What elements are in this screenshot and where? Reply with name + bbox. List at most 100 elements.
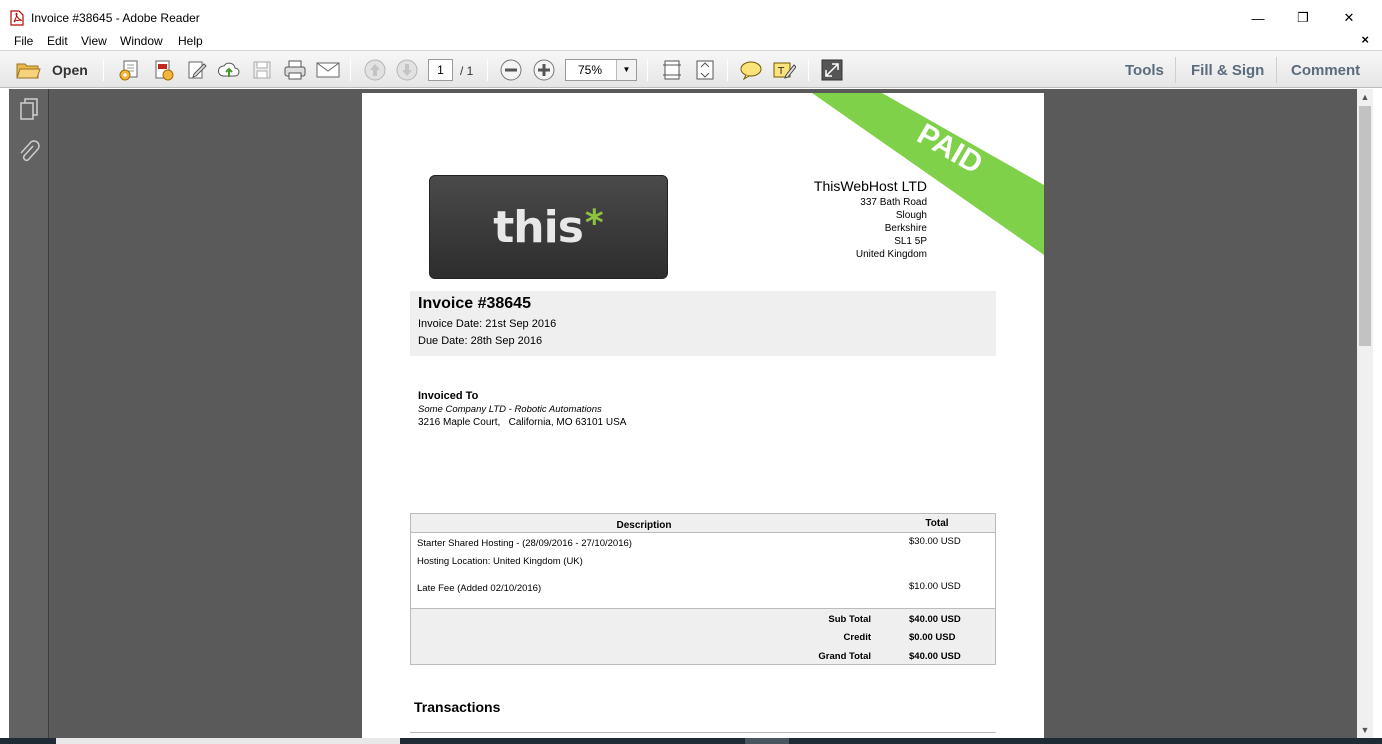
export-pdf-button[interactable] [150, 58, 176, 82]
grand-total-label: Grand Total [818, 651, 871, 662]
restore-icon: ❐ [1297, 10, 1309, 25]
logo-star: * [584, 202, 604, 244]
zoom-value: 75% [578, 63, 603, 77]
zoom-in-icon [533, 59, 555, 81]
edit-pdf-icon [188, 61, 207, 79]
company-address-line: United Kingdom [855, 249, 927, 260]
taskbar-item[interactable] [56, 738, 400, 744]
menu-bar: File Edit View Window Help × [0, 32, 1382, 50]
comment-icon [740, 61, 762, 80]
zoom-out-button[interactable] [498, 58, 524, 82]
invoiced-to-block: Invoiced To Some Company LTD - Robotic A… [418, 390, 626, 428]
close-icon: ✕ [1343, 10, 1355, 25]
taskbar-item[interactable] [745, 738, 789, 744]
edit-pdf-button[interactable] [184, 58, 210, 82]
page-total-label: / 1 [460, 64, 474, 78]
document-viewport[interactable]: PAID this * ThisWebHost LTD 337 Bath Roa… [50, 89, 1357, 738]
attachment-icon [20, 140, 40, 162]
print-icon [284, 60, 306, 80]
fit-page-icon [696, 60, 714, 80]
total-header: Total [925, 518, 949, 529]
invoiced-to-label: Invoiced To [418, 390, 479, 402]
comment-panel-link[interactable]: Comment [1291, 62, 1360, 79]
window-left-edge [0, 89, 9, 738]
company-details: ThisWebHost LTD 337 Bath Road Slough Ber… [814, 178, 927, 261]
page-number-input[interactable]: 1 [428, 59, 453, 81]
close-window-button[interactable]: ✕ [1326, 5, 1372, 31]
company-address-line: SL1 5P [894, 236, 927, 247]
table-header: Description Total [411, 514, 995, 533]
sticky-note-button[interactable] [738, 58, 764, 82]
full-screen-button[interactable] [819, 58, 845, 82]
adobe-reader-app-icon [10, 10, 24, 26]
main-toolbar: Open 1 / 1 75% ▼ T Tools Fill & Sign Com… [0, 50, 1382, 88]
window-title: Invoice #38645 - Adobe Reader [31, 11, 200, 25]
menu-edit[interactable]: Edit [47, 34, 68, 48]
fit-page-button[interactable] [692, 58, 718, 82]
invoice-header: Invoice #38645 Invoice Date: 21st Sep 20… [410, 291, 996, 356]
company-address-line: 337 Bath Road [860, 197, 927, 208]
company-logo: this * [429, 175, 668, 279]
taskbar [0, 738, 1382, 744]
zoom-out-icon [500, 59, 522, 81]
scrollbar-thumb[interactable] [1359, 106, 1371, 346]
company-address-line: Berkshire [884, 223, 927, 234]
company-address-line: Slough [895, 210, 927, 221]
minimize-button[interactable]: — [1235, 5, 1281, 31]
vertical-scrollbar[interactable]: ▲ ▼ [1357, 89, 1373, 738]
pages-icon [20, 98, 38, 120]
cloud-upload-icon [217, 62, 240, 77]
description-header: Description [616, 520, 672, 531]
close-document-button[interactable]: × [1361, 32, 1369, 47]
toolbar-separator [808, 59, 809, 81]
menu-help[interactable]: Help [178, 34, 203, 48]
menu-window[interactable]: Window [120, 34, 163, 48]
logo-text: this [493, 201, 584, 253]
open-label: Open [52, 62, 88, 78]
panel-separator [1276, 57, 1277, 83]
scroll-down-icon[interactable]: ▼ [1357, 722, 1373, 738]
item-description: Late Fee (Added 02/10/2016) [417, 583, 542, 594]
email-button[interactable] [315, 58, 341, 82]
pages-thumbnail-button[interactable] [17, 97, 41, 121]
zoom-in-button[interactable] [531, 58, 557, 82]
toolbar-separator [487, 59, 488, 81]
fit-width-icon [663, 60, 681, 80]
toolbar-separator [350, 59, 351, 81]
tools-panel-link[interactable]: Tools [1125, 62, 1164, 79]
cloud-upload-button[interactable] [216, 58, 242, 82]
menu-file[interactable]: File [14, 34, 33, 48]
credit-value: $0.00 USD [909, 632, 956, 643]
invoice-date: Invoice Date: 21st Sep 2016 [418, 318, 557, 330]
save-button[interactable] [249, 58, 275, 82]
fill-sign-panel-link[interactable]: Fill & Sign [1191, 62, 1264, 79]
invoiced-to-address: 3216 Maple Court, California, MO 63101 U… [418, 417, 627, 428]
svg-text:T: T [777, 66, 785, 77]
next-page-button[interactable] [394, 58, 420, 82]
due-date: Due Date: 28th Sep 2016 [418, 335, 543, 347]
credit-label: Credit [843, 632, 871, 643]
prev-page-icon [364, 59, 386, 81]
create-pdf-button[interactable] [117, 58, 143, 82]
fit-width-button[interactable] [659, 58, 685, 82]
print-button[interactable] [282, 58, 308, 82]
previous-page-button[interactable] [362, 58, 388, 82]
item-total: $10.00 USD [909, 581, 961, 592]
highlight-text-button[interactable]: T [771, 58, 797, 82]
invoiced-to-company: Some Company LTD - Robotic Automations [418, 404, 602, 415]
save-icon [253, 61, 271, 79]
panel-separator [1175, 57, 1176, 83]
subtotal-value: $40.00 USD [909, 614, 961, 625]
scroll-up-icon[interactable]: ▲ [1357, 89, 1373, 105]
navigation-pane-bar [9, 89, 49, 738]
grand-total-value: $40.00 USD [909, 651, 961, 662]
company-name: ThisWebHost LTD [813, 178, 927, 194]
item-total: $30.00 USD [909, 536, 961, 547]
menu-view[interactable]: View [81, 34, 107, 48]
chevron-down-icon[interactable]: ▼ [616, 60, 636, 80]
toolbar-separator [727, 59, 728, 81]
restore-button[interactable]: ❐ [1280, 5, 1326, 31]
attachments-button[interactable] [17, 140, 41, 164]
zoom-select[interactable]: 75% ▼ [565, 59, 637, 81]
open-button[interactable]: Open [16, 58, 91, 82]
